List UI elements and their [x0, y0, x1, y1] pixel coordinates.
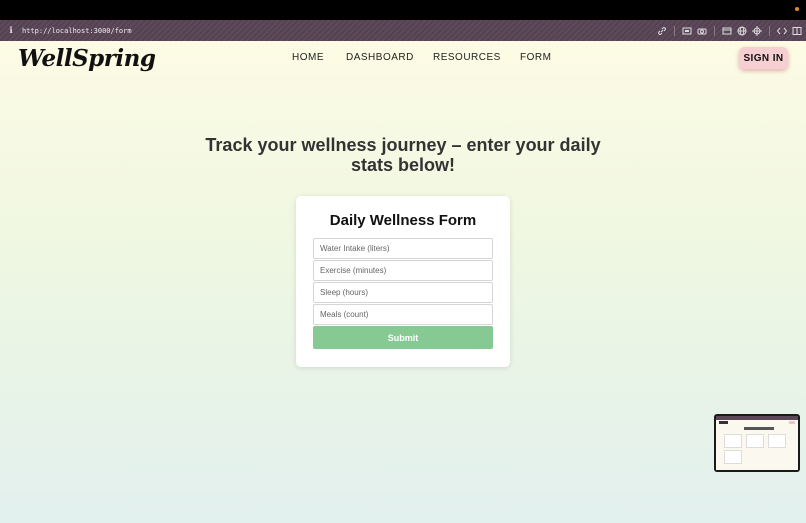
url-text[interactable]: http://localhost:3000/form	[22, 27, 132, 35]
page-headline: Track your wellness journey – enter your…	[205, 135, 601, 175]
code-icon[interactable]	[777, 26, 787, 36]
thumbnail-content	[716, 416, 798, 470]
nav-dashboard[interactable]: DASHBOARD	[346, 52, 414, 63]
toolbar-divider	[769, 25, 770, 36]
thumbnail-logo	[719, 421, 728, 424]
globe-icon[interactable]	[737, 26, 747, 36]
link-icon[interactable]	[657, 26, 667, 36]
wellness-form-card: Daily Wellness Form Submit	[296, 196, 510, 367]
sleep-input[interactable]	[313, 282, 493, 303]
thumbnail-bar	[716, 416, 798, 420]
system-top-bar	[0, 0, 806, 20]
thumbnail-title	[744, 427, 774, 430]
page-preview-thumbnail[interactable]	[714, 414, 800, 472]
thumbnail-card	[724, 434, 742, 448]
toolbar-divider	[714, 25, 715, 36]
camera-icon[interactable]	[697, 26, 707, 36]
nav-resources[interactable]: RESOURCES	[433, 52, 501, 63]
thumbnail-card	[724, 450, 742, 464]
thumbnail-card	[768, 434, 786, 448]
toolbar-divider	[674, 25, 675, 36]
main-nav: HOME DASHBOARD RESOURCES FORM	[0, 52, 806, 66]
sidebar-icon[interactable]	[722, 26, 732, 36]
crosshair-icon[interactable]	[752, 25, 762, 36]
browser-address-bar[interactable]: ℹ http://localhost:3000/form	[0, 20, 806, 41]
form-title: Daily Wellness Form	[329, 212, 477, 229]
browser-toolbar	[657, 20, 802, 41]
thumbnail-button	[789, 421, 795, 424]
nav-form[interactable]: FORM	[520, 52, 551, 63]
screenshot-icon[interactable]	[682, 26, 692, 36]
split-view-icon[interactable]	[792, 26, 802, 36]
sign-in-button[interactable]: SIGN IN	[739, 47, 788, 69]
exercise-input[interactable]	[313, 260, 493, 281]
water-intake-input[interactable]	[313, 238, 493, 259]
nav-home[interactable]: HOME	[292, 52, 324, 63]
thumbnail-card	[746, 434, 764, 448]
page-content: WellSpring HOME DASHBOARD RESOURCES FORM…	[0, 41, 806, 523]
meals-input[interactable]	[313, 304, 493, 325]
submit-button[interactable]: Submit	[313, 326, 493, 349]
recording-indicator-icon	[795, 7, 799, 11]
info-icon[interactable]: ℹ	[0, 26, 22, 36]
